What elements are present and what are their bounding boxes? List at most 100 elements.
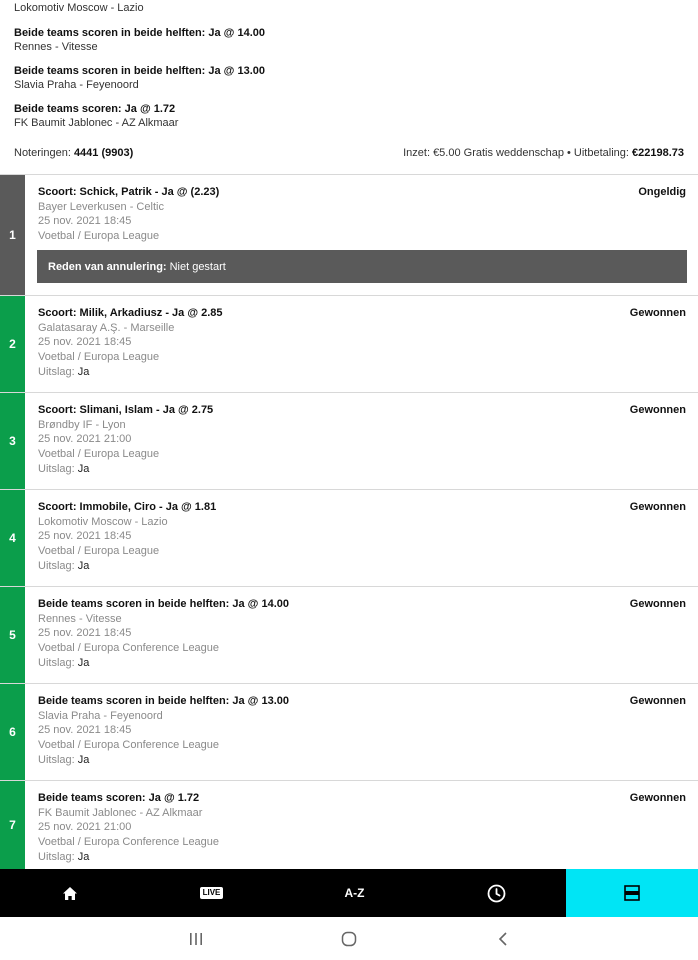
leg-result: Uitslag: Ja (38, 366, 89, 379)
payout-value: €22198.73 (632, 147, 684, 159)
summary-selection-title: Beide teams scoren in beide helften: Ja … (14, 65, 265, 77)
leg-result: Uitslag: Ja (38, 463, 89, 476)
leg-result: Uitslag: Ja (38, 851, 89, 864)
stake-payout: Inzet: €5.00 Gratis weddenschap • Uitbet… (403, 147, 684, 159)
noteringen-value: 4441 (9903) (73, 147, 134, 159)
result-label: Uitslag: (38, 560, 75, 572)
back-chevron-icon (498, 931, 507, 946)
leg-result: Uitslag: Ja (38, 657, 89, 670)
leg-number: 2 (0, 296, 25, 392)
result-value: Ja (77, 754, 90, 766)
nav-history[interactable] (426, 869, 566, 917)
clock-icon (487, 884, 505, 902)
result-label: Uitslag: (38, 754, 75, 766)
bet-leg[interactable]: 7 Beide teams scoren: Ja @ 1.72 Gewonnen… (0, 781, 698, 869)
leg-number: 1 (0, 175, 25, 295)
leg-title: Scoort: Schick, Patrik - Ja @ (2.23) (38, 186, 220, 198)
back-button[interactable] (483, 917, 523, 960)
bet-leg[interactable]: 5 Beide teams scoren in beide helften: J… (0, 587, 698, 684)
leg-status: Gewonnen (629, 307, 686, 319)
leg-match: Lokomotiv Moscow - Lazio (38, 516, 168, 528)
result-label: Uitslag: (38, 366, 75, 378)
result-value: Ja (77, 560, 90, 572)
system-nav-bar (0, 917, 698, 960)
home-icon (63, 886, 77, 900)
leg-status: Gewonnen (629, 501, 686, 513)
summary-selection-match: Slavia Praha - Feyenoord (14, 79, 139, 91)
noteringen-label: Noteringen: (14, 147, 71, 159)
result-label: Uitslag: (38, 463, 75, 475)
bet-leg[interactable]: 1 Scoort: Schick, Patrik - Ja @ (2.23) O… (0, 175, 698, 296)
leg-result: Uitslag: Ja (38, 754, 89, 767)
nav-betslip[interactable] (566, 869, 698, 917)
bet-leg[interactable]: 2 Scoort: Milik, Arkadiusz - Ja @ 2.85 G… (0, 296, 698, 393)
leg-number: 5 (0, 587, 25, 683)
leg-date: 25 nov. 2021 18:45 (38, 627, 132, 639)
leg-status: Gewonnen (629, 404, 686, 416)
leg-number: 6 (0, 684, 25, 780)
leg-title: Beide teams scoren in beide helften: Ja … (38, 598, 289, 610)
leg-date: 25 nov. 2021 18:45 (38, 530, 132, 542)
leg-league: Voetbal / Europa League (38, 230, 160, 242)
recent-apps-icon (190, 932, 202, 945)
cancel-reason-value: Niet gestart (169, 260, 226, 273)
leg-match: Brøndby IF - Lyon (38, 419, 126, 431)
leg-number: 4 (0, 490, 25, 586)
betslip-summary: Lokomotiv Moscow - Lazio Beide teams sco… (0, 0, 698, 175)
leg-match: Bayer Leverkusen - Celtic (38, 201, 164, 213)
leg-status: Gewonnen (629, 792, 686, 804)
leg-title: Beide teams scoren: Ja @ 1.72 (38, 792, 200, 804)
cancel-reason-label: Reden van annulering: (48, 260, 167, 273)
leg-date: 25 nov. 2021 18:45 (38, 336, 132, 348)
leg-league: Voetbal / Europa Conference League (38, 836, 220, 848)
noteringen: Noteringen: 4441 (9903) (14, 147, 133, 159)
leg-match: Slavia Praha - Feyenoord (38, 710, 163, 722)
leg-match: FK Baumit Jablonec - AZ Alkmaar (38, 807, 203, 819)
leg-date: 25 nov. 2021 18:45 (38, 215, 132, 227)
recent-apps-button[interactable] (176, 917, 216, 960)
result-value: Ja (77, 366, 90, 378)
bet-leg[interactable]: 4 Scoort: Immobile, Ciro - Ja @ 1.81 Gew… (0, 490, 698, 587)
leg-league: Voetbal / Europa League (38, 545, 160, 557)
result-value: Ja (77, 657, 90, 669)
leg-date: 25 nov. 2021 21:00 (38, 821, 132, 833)
nav-live[interactable]: LIVE (140, 869, 283, 917)
leg-number: 7 (0, 781, 25, 869)
result-value: Ja (77, 463, 90, 475)
home-circle-icon (341, 931, 357, 946)
stake-text: Inzet: €5.00 Gratis weddenschap • Uitbet… (403, 147, 629, 159)
summary-selection-title: Beide teams scoren in beide helften: Ja … (14, 27, 265, 39)
bet-leg[interactable]: 6 Beide teams scoren in beide helften: J… (0, 684, 698, 781)
leg-status: Ongeldig (638, 186, 686, 198)
cancel-reason-banner: Reden van annulering: Niet gestart (37, 250, 687, 283)
nav-a-z[interactable]: A-Z (283, 869, 426, 917)
leg-number: 3 (0, 393, 25, 489)
live-label: LIVE (202, 888, 221, 897)
leg-match: Rennes - Vitesse (38, 613, 122, 625)
summary-selection-match: FK Baumit Jablonec - AZ Alkmaar (14, 117, 179, 129)
home-system-button[interactable] (329, 917, 369, 960)
result-value: Ja (77, 851, 90, 863)
leg-league: Voetbal / Europa League (38, 448, 160, 460)
summary-top-match: Lokomotiv Moscow - Lazio (14, 2, 144, 14)
leg-match: Galatasaray A.Ş. - Marseille (38, 322, 175, 334)
live-icon: LIVE (199, 887, 224, 899)
leg-title: Scoort: Immobile, Ciro - Ja @ 1.81 (38, 501, 217, 513)
a-z-icon: A-Z (344, 886, 365, 900)
leg-league: Voetbal / Europa Conference League (38, 642, 220, 654)
leg-league: Voetbal / Europa League (38, 351, 160, 363)
result-label: Uitslag: (38, 851, 75, 863)
betslip-icon (624, 885, 640, 901)
nav-home[interactable] (0, 869, 140, 917)
result-label: Uitslag: (38, 657, 75, 669)
bet-leg[interactable]: 3 Scoort: Slimani, Islam - Ja @ 2.75 Gew… (0, 393, 698, 490)
leg-title: Scoort: Milik, Arkadiusz - Ja @ 2.85 (38, 307, 223, 319)
leg-status: Gewonnen (629, 695, 686, 707)
leg-result: Uitslag: Ja (38, 560, 89, 573)
leg-date: 25 nov. 2021 18:45 (38, 724, 132, 736)
leg-title: Scoort: Slimani, Islam - Ja @ 2.75 (38, 404, 214, 416)
summary-selection-match: Rennes - Vitesse (14, 41, 98, 53)
summary-selection-title: Beide teams scoren: Ja @ 1.72 (14, 103, 176, 115)
bottom-nav: LIVE A-Z (0, 869, 698, 917)
leg-status: Gewonnen (629, 598, 686, 610)
